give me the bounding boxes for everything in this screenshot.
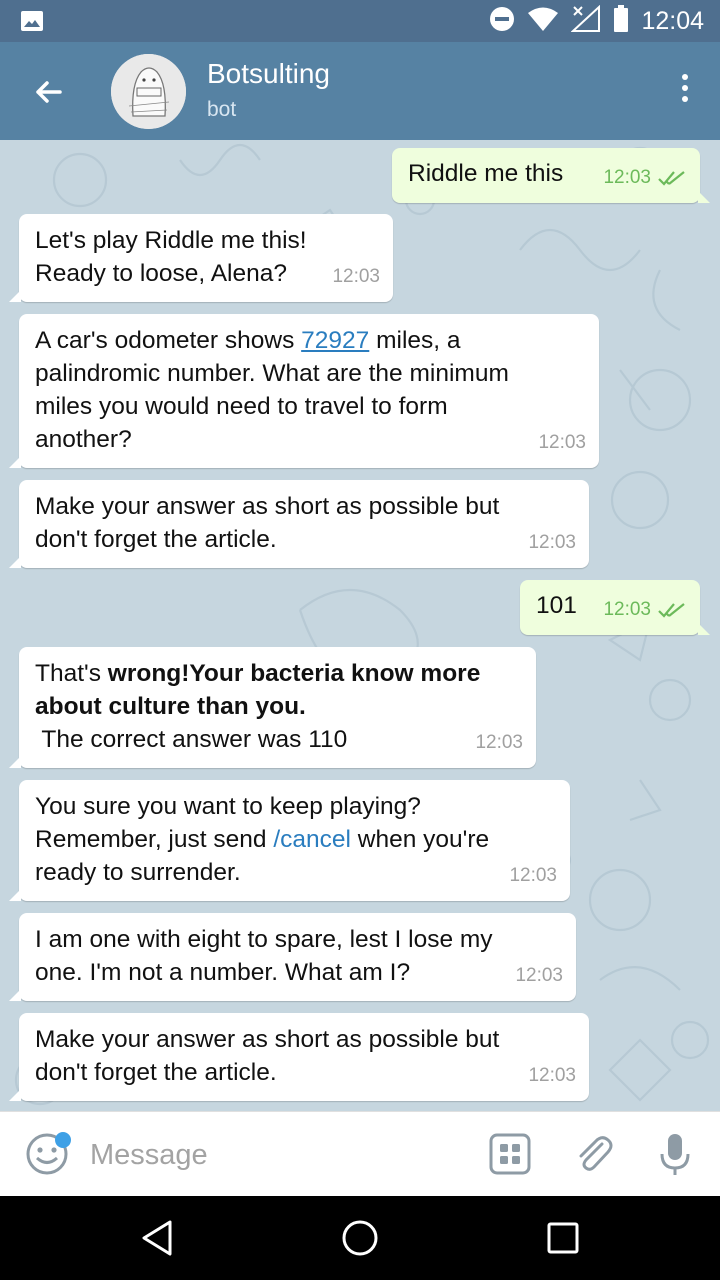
message-text-line: I am one with eight to spare, lest I los…: [35, 926, 493, 953]
status-bar: 12:04: [0, 0, 720, 42]
incoming-message[interactable]: You sure you want to keep playing? Remem…: [9, 780, 570, 901]
message-text-line: ready to surrender.: [35, 859, 241, 886]
message-time: 12:03: [528, 1065, 576, 1086]
battery-icon: [613, 5, 629, 37]
bot-keyboard-icon[interactable]: [488, 1132, 532, 1176]
message-time: 12:03: [538, 432, 586, 453]
message-text: That's: [35, 660, 108, 687]
message-composer: [0, 1111, 720, 1196]
outgoing-message[interactable]: Riddle me this 12:03: [392, 148, 710, 203]
notification-dot: [55, 1132, 71, 1148]
message-bold-text: wrong!Your bacteria know more: [107, 660, 481, 687]
message-text-line: palindromic number. What are the minimum: [35, 360, 509, 387]
message-text-line: Let's play Riddle me this!: [35, 227, 307, 254]
phone-link[interactable]: 72927: [301, 327, 369, 354]
wifi-icon: [527, 6, 559, 36]
message-text-line: Ready to loose, Alena?: [35, 260, 287, 287]
incoming-message[interactable]: Let's play Riddle me this! Ready to loos…: [9, 214, 393, 302]
incoming-message[interactable]: That's wrong!Your bacteria know more abo…: [9, 647, 536, 768]
message-text-line: don't forget the article.: [35, 526, 277, 553]
message-text: miles, a: [369, 327, 461, 354]
message-list[interactable]: Riddle me this 12:03 Let's play Riddle m…: [0, 140, 720, 1111]
message-text: when you're: [350, 826, 490, 853]
system-nav-bar: [0, 1196, 720, 1280]
no-signal-icon: [570, 4, 601, 37]
message-text-line: Make your answer as short as possible bu…: [35, 493, 500, 520]
message-time: 12:03: [475, 732, 523, 753]
nav-home-icon[interactable]: [338, 1216, 382, 1260]
microphone-icon[interactable]: [653, 1132, 697, 1176]
double-check-icon: [658, 602, 685, 618]
clock: 12:04: [641, 6, 704, 35]
incoming-message[interactable]: A car's odometer shows 72927 miles, a pa…: [9, 314, 599, 468]
incoming-message[interactable]: I am one with eight to spare, lest I los…: [9, 913, 576, 1001]
message-time: 12:03: [515, 965, 563, 986]
message-text-line: You sure you want to keep playing?: [35, 793, 421, 820]
incoming-message[interactable]: Make your answer as short as possible bu…: [9, 1013, 589, 1101]
nav-back-icon[interactable]: [136, 1216, 180, 1260]
message-text-line: miles you would need to travel to form: [35, 393, 448, 420]
message-time: 12:03: [603, 599, 651, 620]
message-time: 12:03: [332, 266, 380, 287]
chat-header: Botsulting bot: [0, 42, 720, 140]
message-text-line: The correct answer was 110: [35, 726, 348, 753]
gallery-icon: [20, 9, 44, 37]
nav-recents-icon[interactable]: [541, 1216, 585, 1260]
message-text-line: another?: [35, 426, 132, 453]
message-text-line: Make your answer as short as possible bu…: [35, 1026, 500, 1053]
message-text-line: don't forget the article.: [35, 1059, 277, 1086]
message-time: 12:03: [509, 865, 557, 886]
message-text: A car's odometer shows: [35, 327, 302, 354]
chat-subtitle: bot: [207, 98, 237, 121]
more-vert-icon[interactable]: [680, 74, 690, 110]
double-check-icon: [658, 170, 685, 186]
avatar[interactable]: [111, 54, 186, 129]
chat-title: Botsulting: [207, 58, 330, 89]
outgoing-message[interactable]: 101 12:03: [520, 580, 710, 635]
attach-icon[interactable]: [572, 1132, 616, 1176]
do-not-disturb-icon: [489, 6, 515, 36]
back-arrow-icon[interactable]: [28, 72, 68, 112]
bot-command-link[interactable]: /cancel: [273, 826, 351, 853]
message-input[interactable]: [90, 1130, 460, 1180]
message-bold-text: about culture than you.: [35, 693, 306, 720]
message-text-line: one. I'm not a number. What am I?: [35, 959, 411, 986]
message-text: Remember, just send: [35, 826, 274, 853]
message-time: 12:03: [528, 532, 576, 553]
message-time: 12:03: [603, 167, 651, 188]
incoming-message[interactable]: Make your answer as short as possible bu…: [9, 480, 589, 568]
